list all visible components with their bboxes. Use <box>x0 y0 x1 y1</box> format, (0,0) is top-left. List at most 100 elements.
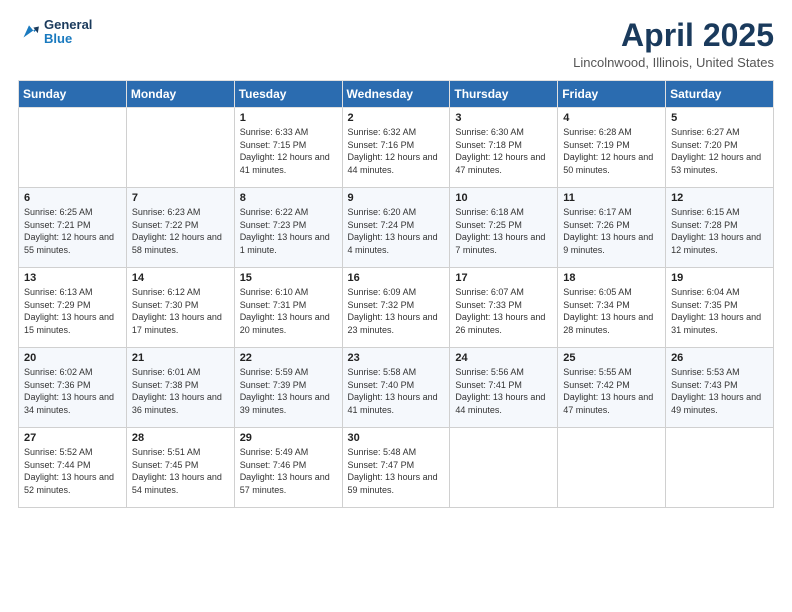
calendar-cell: 10 Sunrise: 6:18 AM Sunset: 7:25 PM Dayli… <box>450 188 558 268</box>
week-row-1: 1Sunrise: 6:33 AM Sunset: 7:15 PM Daylig… <box>19 108 774 188</box>
day-number: 27 <box>24 432 121 444</box>
calendar-cell: 18 Sunrise: 6:05 AM Sunset: 7:34 PM Dayli… <box>558 268 666 348</box>
calendar-cell: 25 Sunrise: 5:55 AM Sunset: 7:42 PM Dayli… <box>558 348 666 428</box>
cell-info: Sunrise: 6:20 AM Sunset: 7:24 PM Dayligh… <box>348 206 445 256</box>
calendar-cell: 4Sunrise: 6:28 AM Sunset: 7:19 PM Daylig… <box>558 108 666 188</box>
calendar-cell: 20Sunrise: 6:02 AM Sunset: 7:36 PM Dayli… <box>19 348 127 428</box>
day-number: 21 <box>132 352 229 364</box>
day-number: 25 <box>563 352 660 364</box>
cell-info: Sunrise: 6:18 AM Sunset: 7:25 PM Dayligh… <box>455 206 552 256</box>
cell-info: Sunrise: 5:48 AM Sunset: 7:47 PM Dayligh… <box>348 446 445 496</box>
day-number: 22 <box>240 352 337 364</box>
calendar-cell: 22 Sunrise: 5:59 AM Sunset: 7:39 PM Dayli… <box>234 348 342 428</box>
cell-info: Sunrise: 6:25 AM Sunset: 7:21 PM Dayligh… <box>24 206 121 256</box>
cell-info: Sunrise: 6:17 AM Sunset: 7:26 PM Dayligh… <box>563 206 660 256</box>
day-number: 23 <box>348 352 445 364</box>
calendar-cell: 30 Sunrise: 5:48 AM Sunset: 7:47 PM Dayli… <box>342 428 450 508</box>
calendar-cell: 29Sunrise: 5:49 AM Sunset: 7:46 PM Dayli… <box>234 428 342 508</box>
cell-info: Sunrise: 5:51 AM Sunset: 7:45 PM Dayligh… <box>132 446 229 496</box>
day-number: 26 <box>671 352 768 364</box>
calendar-cell: 5 Sunrise: 6:27 AM Sunset: 7:20 PM Daylig… <box>666 108 774 188</box>
col-header-thursday: Thursday <box>450 81 558 108</box>
cell-info: Sunrise: 6:30 AM Sunset: 7:18 PM Dayligh… <box>455 126 552 176</box>
cell-info: Sunrise: 5:55 AM Sunset: 7:42 PM Dayligh… <box>563 366 660 416</box>
day-number: 14 <box>132 272 229 284</box>
day-number: 30 <box>348 432 445 444</box>
cell-info: Sunrise: 5:56 AM Sunset: 7:41 PM Dayligh… <box>455 366 552 416</box>
header-row: SundayMondayTuesdayWednesdayThursdayFrid… <box>19 81 774 108</box>
calendar-cell: 28Sunrise: 5:51 AM Sunset: 7:45 PM Dayli… <box>126 428 234 508</box>
header: General Blue April 2025 Lincolnwood, Ill… <box>18 18 774 70</box>
day-number: 10 <box>455 192 552 204</box>
calendar-cell: 13Sunrise: 6:13 AM Sunset: 7:29 PM Dayli… <box>19 268 127 348</box>
page: General Blue April 2025 Lincolnwood, Ill… <box>0 0 792 612</box>
calendar-cell: 27 Sunrise: 5:52 AM Sunset: 7:44 PM Dayli… <box>19 428 127 508</box>
calendar-cell: 19Sunrise: 6:04 AM Sunset: 7:35 PM Dayli… <box>666 268 774 348</box>
day-number: 15 <box>240 272 337 284</box>
col-header-sunday: Sunday <box>19 81 127 108</box>
day-number: 24 <box>455 352 552 364</box>
calendar-cell: 15Sunrise: 6:10 AM Sunset: 7:31 PM Dayli… <box>234 268 342 348</box>
day-number: 4 <box>563 112 660 124</box>
col-header-monday: Monday <box>126 81 234 108</box>
day-number: 5 <box>671 112 768 124</box>
day-number: 3 <box>455 112 552 124</box>
cell-info: Sunrise: 5:52 AM Sunset: 7:44 PM Dayligh… <box>24 446 121 496</box>
day-number: 8 <box>240 192 337 204</box>
calendar-cell: 8 Sunrise: 6:22 AM Sunset: 7:23 PM Daylig… <box>234 188 342 268</box>
calendar-cell: 17 Sunrise: 6:07 AM Sunset: 7:33 PM Dayli… <box>450 268 558 348</box>
col-header-tuesday: Tuesday <box>234 81 342 108</box>
logo-text: General Blue <box>44 18 92 47</box>
calendar-cell <box>666 428 774 508</box>
calendar-cell: 23 Sunrise: 5:58 AM Sunset: 7:40 PM Dayli… <box>342 348 450 428</box>
calendar-cell: 3 Sunrise: 6:30 AM Sunset: 7:18 PM Daylig… <box>450 108 558 188</box>
calendar-cell: 26 Sunrise: 5:53 AM Sunset: 7:43 PM Dayli… <box>666 348 774 428</box>
day-number: 2 <box>348 112 445 124</box>
title-section: April 2025 Lincolnwood, Illinois, United… <box>573 18 774 70</box>
cell-info: Sunrise: 6:33 AM Sunset: 7:15 PM Dayligh… <box>240 126 337 176</box>
calendar-cell: 12Sunrise: 6:15 AM Sunset: 7:28 PM Dayli… <box>666 188 774 268</box>
col-header-friday: Friday <box>558 81 666 108</box>
calendar-table: SundayMondayTuesdayWednesdayThursdayFrid… <box>18 80 774 508</box>
cell-info: Sunrise: 5:58 AM Sunset: 7:40 PM Dayligh… <box>348 366 445 416</box>
cell-info: Sunrise: 6:13 AM Sunset: 7:29 PM Dayligh… <box>24 286 121 336</box>
calendar-cell <box>558 428 666 508</box>
calendar-cell: 7 Sunrise: 6:23 AM Sunset: 7:22 PM Daylig… <box>126 188 234 268</box>
cell-info: Sunrise: 6:12 AM Sunset: 7:30 PM Dayligh… <box>132 286 229 336</box>
col-header-wednesday: Wednesday <box>342 81 450 108</box>
cell-info: Sunrise: 6:01 AM Sunset: 7:38 PM Dayligh… <box>132 366 229 416</box>
day-number: 11 <box>563 192 660 204</box>
day-number: 18 <box>563 272 660 284</box>
calendar-subtitle: Lincolnwood, Illinois, United States <box>573 55 774 70</box>
logo-line2: Blue <box>44 32 92 46</box>
cell-info: Sunrise: 6:02 AM Sunset: 7:36 PM Dayligh… <box>24 366 121 416</box>
calendar-cell <box>126 108 234 188</box>
cell-info: Sunrise: 6:07 AM Sunset: 7:33 PM Dayligh… <box>455 286 552 336</box>
cell-info: Sunrise: 6:15 AM Sunset: 7:28 PM Dayligh… <box>671 206 768 256</box>
calendar-cell: 21 Sunrise: 6:01 AM Sunset: 7:38 PM Dayli… <box>126 348 234 428</box>
cell-info: Sunrise: 6:05 AM Sunset: 7:34 PM Dayligh… <box>563 286 660 336</box>
day-number: 17 <box>455 272 552 284</box>
cell-info: Sunrise: 6:22 AM Sunset: 7:23 PM Dayligh… <box>240 206 337 256</box>
calendar-cell: 16Sunrise: 6:09 AM Sunset: 7:32 PM Dayli… <box>342 268 450 348</box>
logo-icon <box>18 21 40 43</box>
calendar-cell: 6 Sunrise: 6:25 AM Sunset: 7:21 PM Daylig… <box>19 188 127 268</box>
day-number: 6 <box>24 192 121 204</box>
cell-info: Sunrise: 6:27 AM Sunset: 7:20 PM Dayligh… <box>671 126 768 176</box>
calendar-cell: 14 Sunrise: 6:12 AM Sunset: 7:30 PM Dayli… <box>126 268 234 348</box>
week-row-4: 20Sunrise: 6:02 AM Sunset: 7:36 PM Dayli… <box>19 348 774 428</box>
calendar-cell: 24 Sunrise: 5:56 AM Sunset: 7:41 PM Dayli… <box>450 348 558 428</box>
cell-info: Sunrise: 6:23 AM Sunset: 7:22 PM Dayligh… <box>132 206 229 256</box>
col-header-saturday: Saturday <box>666 81 774 108</box>
day-number: 29 <box>240 432 337 444</box>
logo: General Blue <box>18 18 92 47</box>
calendar-title: April 2025 <box>573 18 774 53</box>
calendar-cell <box>19 108 127 188</box>
cell-info: Sunrise: 6:09 AM Sunset: 7:32 PM Dayligh… <box>348 286 445 336</box>
day-number: 7 <box>132 192 229 204</box>
cell-info: Sunrise: 5:59 AM Sunset: 7:39 PM Dayligh… <box>240 366 337 416</box>
week-row-3: 13Sunrise: 6:13 AM Sunset: 7:29 PM Dayli… <box>19 268 774 348</box>
day-number: 19 <box>671 272 768 284</box>
cell-info: Sunrise: 5:53 AM Sunset: 7:43 PM Dayligh… <box>671 366 768 416</box>
calendar-cell: 2Sunrise: 6:32 AM Sunset: 7:16 PM Daylig… <box>342 108 450 188</box>
